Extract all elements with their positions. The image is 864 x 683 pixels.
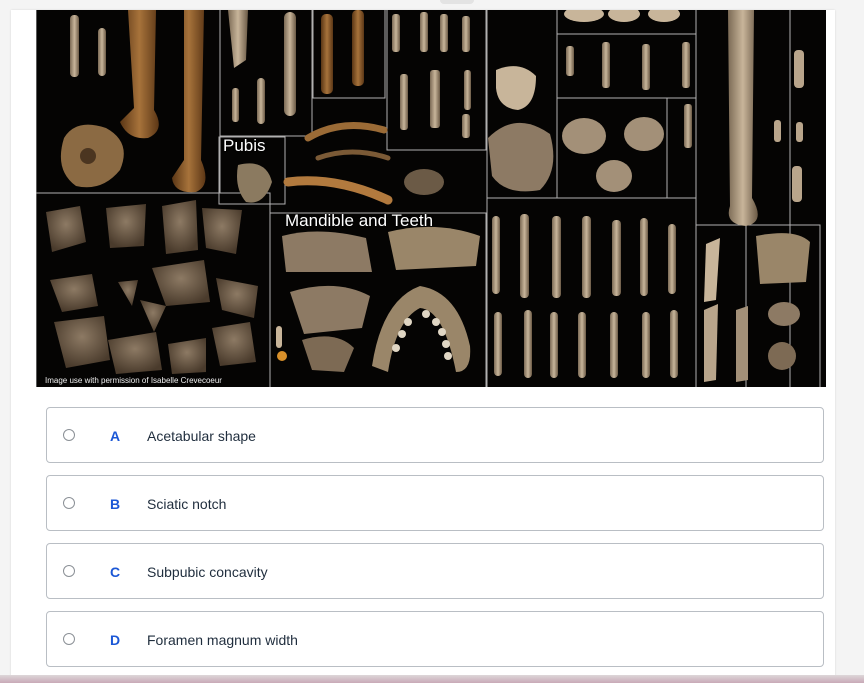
option-text: Subpubic concavity	[147, 564, 268, 580]
answer-option-c[interactable]: C Subpubic concavity	[46, 543, 824, 599]
bone-photo-illustration	[36, 10, 821, 387]
option-text: Sciatic notch	[147, 496, 227, 512]
image-credit: Image use with permission of Isabelle Cr…	[45, 376, 222, 385]
window-bottom-edge	[0, 675, 864, 683]
radio-button-icon[interactable]	[63, 565, 75, 577]
answer-option-a[interactable]: A Acetabular shape	[46, 407, 824, 463]
pubis-label: Pubis	[223, 136, 266, 155]
answer-option-b[interactable]: B Sciatic notch	[46, 475, 824, 531]
option-letter: C	[110, 564, 121, 580]
option-letter: D	[110, 632, 121, 648]
option-letter: A	[110, 428, 121, 444]
option-text: Foramen magnum width	[147, 632, 298, 648]
bone-remains-figure: Pubis Mandible and Teeth Image use with …	[36, 10, 826, 387]
radio-button-icon[interactable]	[63, 633, 75, 645]
radio-button-icon[interactable]	[63, 497, 75, 509]
option-text: Acetabular shape	[147, 428, 256, 444]
answer-option-d[interactable]: D Foramen magnum width	[46, 611, 824, 667]
mandible-teeth-label: Mandible and Teeth	[285, 211, 434, 230]
scroll-indicator	[440, 0, 474, 4]
option-letter: B	[110, 496, 121, 512]
radio-button-icon[interactable]	[63, 429, 75, 441]
